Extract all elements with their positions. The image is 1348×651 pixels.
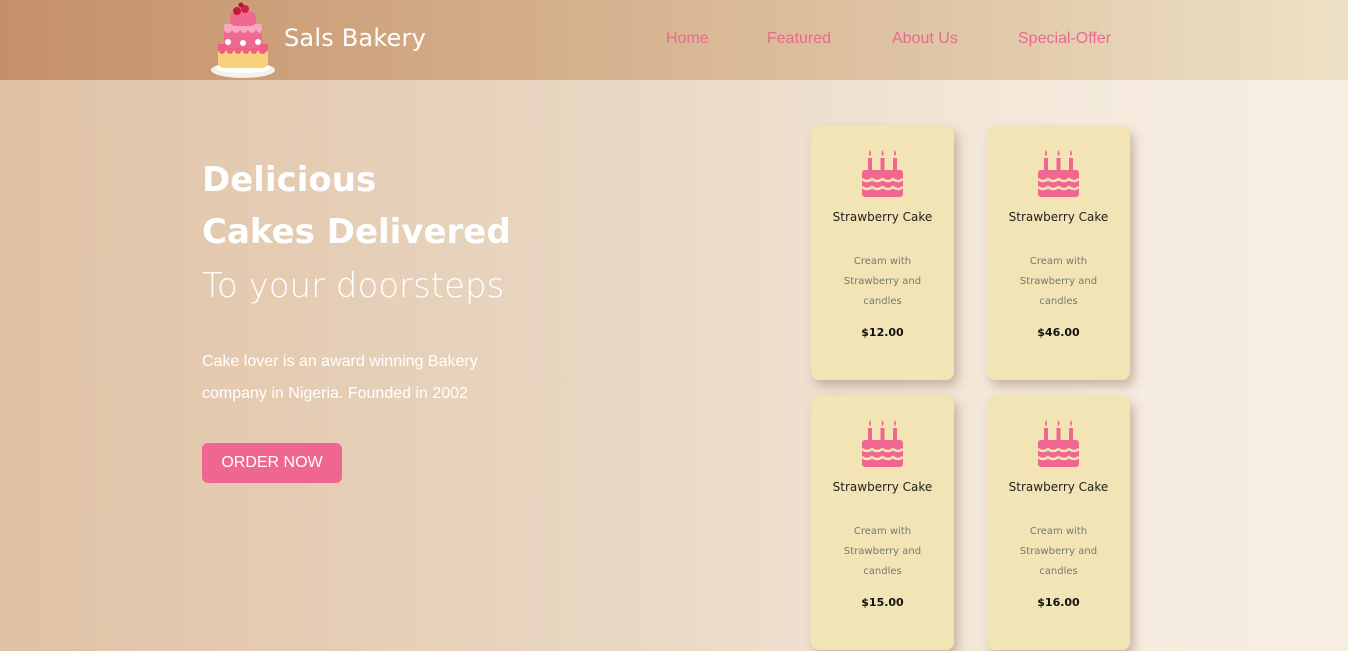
product-card[interactable]: Strawberry Cake Cream with Strawberry an… (987, 396, 1130, 650)
product-price: $15.00 (861, 596, 904, 609)
site-header: Sals Bakery Home Featured About Us Speci… (0, 0, 1348, 80)
hero-subtitle: To your doorsteps (202, 266, 505, 306)
product-card[interactable]: Strawberry Cake Cream with Strawberry an… (811, 126, 954, 380)
birthday-cake-icon (861, 150, 904, 197)
nav-special-offer[interactable]: Special-Offer (1018, 30, 1111, 48)
birthday-cake-icon (1037, 420, 1080, 467)
hero-title-line2: Cakes Delivered (202, 212, 511, 252)
product-price: $12.00 (861, 326, 904, 339)
product-name: Strawberry Cake (832, 210, 933, 224)
hero-title-line1: Delicious (202, 160, 377, 200)
nav-featured[interactable]: Featured (767, 30, 831, 48)
product-description: Cream with Strawberry and candles (1019, 256, 1098, 307)
order-now-button[interactable]: ORDER NOW (202, 443, 342, 483)
product-name: Strawberry Cake (832, 480, 933, 494)
product-description: Cream with Strawberry and candles (843, 256, 922, 307)
product-price: $16.00 (1037, 596, 1080, 609)
product-description: Cream with Strawberry and candles (843, 526, 922, 577)
nav-about-us[interactable]: About Us (892, 30, 958, 48)
product-description: Cream with Strawberry and candles (1019, 526, 1098, 577)
product-name: Strawberry Cake (1008, 210, 1109, 224)
product-price: $46.00 (1037, 326, 1080, 339)
nav-home[interactable]: Home (666, 30, 709, 48)
birthday-cake-icon (1037, 150, 1080, 197)
birthday-cake-icon (861, 420, 904, 467)
product-card[interactable]: Strawberry Cake Cream with Strawberry an… (811, 396, 954, 650)
product-name: Strawberry Cake (1008, 480, 1109, 494)
hero-description: Cake lover is an award winning Bakery co… (202, 353, 478, 402)
product-card[interactable]: Strawberry Cake Cream with Strawberry an… (987, 126, 1130, 380)
main-nav: Home Featured About Us Special-Offer (0, 30, 1348, 50)
